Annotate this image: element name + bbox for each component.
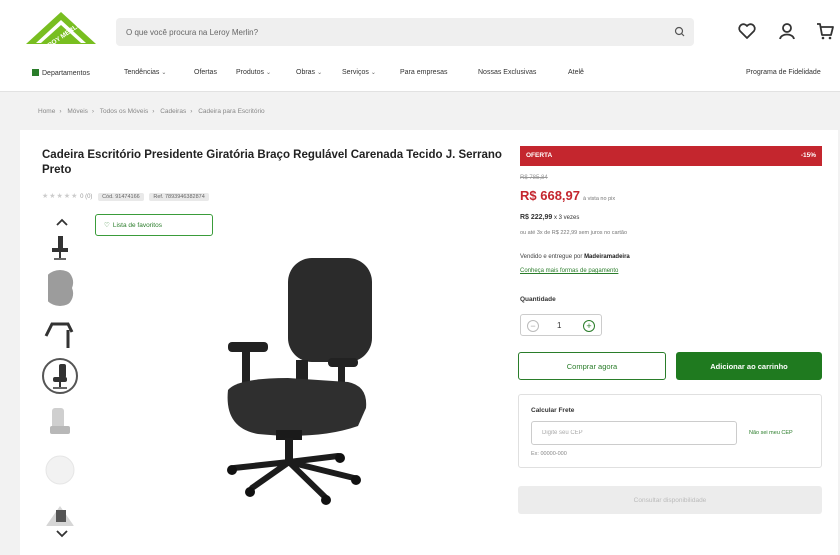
breadcrumb: Home › Móveis › Todos os Móveis › Cadeiras ›… bbox=[38, 108, 265, 115]
nav-label: Nossas Exclusivas bbox=[478, 69, 537, 76]
quantity-label: Quantidade bbox=[520, 296, 556, 303]
promo-banner: OFERTA -15% bbox=[520, 146, 822, 166]
breadcrumb-item: Cadeira para Escritório bbox=[198, 108, 265, 115]
chevron-up-icon[interactable] bbox=[54, 216, 70, 228]
nav-para-empresas[interactable]: Para empresas bbox=[400, 69, 447, 76]
quantity-value[interactable]: 1 bbox=[557, 321, 561, 330]
user-icon[interactable] bbox=[776, 20, 798, 42]
installment-sub: ou até 3x de R$ 222,99 sem juros no cart… bbox=[520, 230, 628, 236]
price-value: R$ 668,97 bbox=[520, 188, 580, 203]
rating-stars[interactable]: ★★★★★ bbox=[42, 193, 78, 200]
nav-obras[interactable]: Obras ⌄ bbox=[296, 69, 322, 76]
chevron-down-icon: ⌄ bbox=[317, 70, 323, 76]
minus-icon[interactable]: − bbox=[527, 320, 539, 332]
search-input[interactable] bbox=[126, 18, 646, 46]
installment-note: x 3 vezes bbox=[553, 215, 580, 221]
buy-now-button[interactable]: Comprar agora bbox=[518, 352, 666, 380]
nav-label: Produtos bbox=[236, 69, 265, 76]
promo-label: OFERTA bbox=[526, 152, 553, 159]
nav-nossas-exclusivas[interactable]: Nossas Exclusivas bbox=[478, 69, 536, 76]
seller-info: Vendido e entregue por Madeiramadeira bbox=[520, 254, 630, 260]
cep-lookup-link[interactable]: Não sei meu CEP bbox=[749, 430, 793, 436]
seller-prefix: Vendido e entregue por bbox=[520, 254, 583, 260]
grid-icon bbox=[32, 69, 39, 76]
chevron-down-icon[interactable] bbox=[54, 528, 70, 540]
product-code-tag: Cód. 91474166 bbox=[98, 193, 144, 201]
plus-icon[interactable]: + bbox=[583, 320, 595, 332]
thumbnail-6[interactable] bbox=[42, 452, 78, 488]
rating-count: 0 (0) bbox=[80, 194, 93, 200]
heart-icon[interactable] bbox=[736, 20, 758, 42]
breadcrumb-item[interactable]: Móveis bbox=[67, 108, 88, 115]
quantity-stepper: − 1 + bbox=[520, 314, 602, 336]
thumbnail-3[interactable] bbox=[42, 316, 78, 352]
product-main-image[interactable] bbox=[218, 250, 388, 505]
main-nav: Departamentos Tendências ⌄ Ofertas Produt… bbox=[0, 64, 840, 86]
thumbnail-1[interactable] bbox=[42, 228, 78, 264]
thumbnail-7[interactable] bbox=[42, 496, 78, 532]
add-to-favorites-button[interactable]: ♡ Lista de favoritos bbox=[95, 214, 213, 236]
seller-name[interactable]: Madeiramadeira bbox=[584, 254, 630, 260]
thumbnail-5[interactable] bbox=[42, 404, 78, 440]
nav-programa-fidelidade[interactable]: Programa de Fidelidade bbox=[746, 69, 821, 76]
nav-label: Departamentos bbox=[42, 70, 90, 77]
nav-label: Para empresas bbox=[400, 69, 448, 76]
thumbnail-4-selected[interactable] bbox=[42, 358, 78, 394]
shipping-calculator: Calcular Frete Não sei meu CEP Ex: 00000… bbox=[518, 394, 822, 468]
nav-label: Atelê bbox=[568, 69, 584, 76]
nav-label: Ofertas bbox=[194, 69, 217, 76]
current-price: R$ 668,97 à vista no pix bbox=[520, 188, 615, 203]
old-price: R$ 785,84 bbox=[520, 175, 548, 181]
nav-produtos[interactable]: Produtos ⌄ bbox=[236, 69, 271, 76]
check-availability-button[interactable]: Consultar disponibilidade bbox=[518, 486, 822, 514]
nav-label: Serviços bbox=[342, 69, 369, 76]
breadcrumb-item[interactable]: Home bbox=[38, 108, 55, 115]
discount-badge: -15% bbox=[800, 152, 816, 159]
search-icon[interactable] bbox=[672, 24, 688, 40]
leroy-merlin-logo[interactable]: LEROY MERLIN bbox=[24, 10, 98, 54]
chevron-down-icon: ⌄ bbox=[370, 70, 376, 76]
thumbnail-2[interactable] bbox=[42, 270, 78, 306]
nav-label: Tendências bbox=[124, 69, 160, 76]
nav-servicos[interactable]: Serviços ⌄ bbox=[342, 69, 376, 76]
nav-atele[interactable]: Atelê bbox=[568, 69, 584, 76]
nav-label: Programa de Fidelidade bbox=[746, 69, 821, 76]
breadcrumb-item[interactable]: Cadeiras bbox=[160, 108, 186, 115]
nav-label: Obras bbox=[296, 69, 316, 76]
favorite-label: Lista de favoritos bbox=[112, 221, 162, 229]
product-title: Cadeira Escritório Presidente Giratória … bbox=[42, 149, 502, 176]
chevron-down-icon: ⌄ bbox=[161, 70, 167, 76]
cep-example: Ex: 00000-000 bbox=[531, 451, 567, 457]
product-ref-tag: Ref. 7893946382874 bbox=[149, 193, 209, 201]
nav-tendencias[interactable]: Tendências ⌄ bbox=[124, 69, 166, 76]
rating-row: ★★★★★ 0 (0) Cód. 91474166 Ref. 789394638… bbox=[42, 192, 209, 201]
shipping-title: Calcular Frete bbox=[531, 407, 575, 414]
search-bar bbox=[116, 18, 694, 46]
cart-icon[interactable] bbox=[814, 20, 836, 42]
add-to-cart-button[interactable]: Adicionar ao carrinho bbox=[676, 352, 822, 380]
chevron-down-icon: ⌄ bbox=[266, 70, 272, 76]
price-note: à vista no pix bbox=[583, 196, 616, 202]
nav-ofertas[interactable]: Ofertas bbox=[194, 69, 217, 76]
heart-icon: ♡ bbox=[104, 222, 110, 229]
site-header: LEROY MERLIN Departamentos Tendências⌄ O… bbox=[0, 0, 840, 92]
payment-methods-link[interactable]: Conheça mais formas de pagamento bbox=[520, 268, 618, 274]
installment-value: R$ 222,99 bbox=[520, 214, 553, 221]
installment-info: R$ 222,99 x 3 vezes bbox=[520, 214, 579, 221]
cep-input[interactable] bbox=[531, 421, 737, 445]
breadcrumb-item[interactable]: Todos os Móveis bbox=[100, 108, 148, 115]
nav-departamentos[interactable]: Departamentos bbox=[32, 69, 90, 77]
